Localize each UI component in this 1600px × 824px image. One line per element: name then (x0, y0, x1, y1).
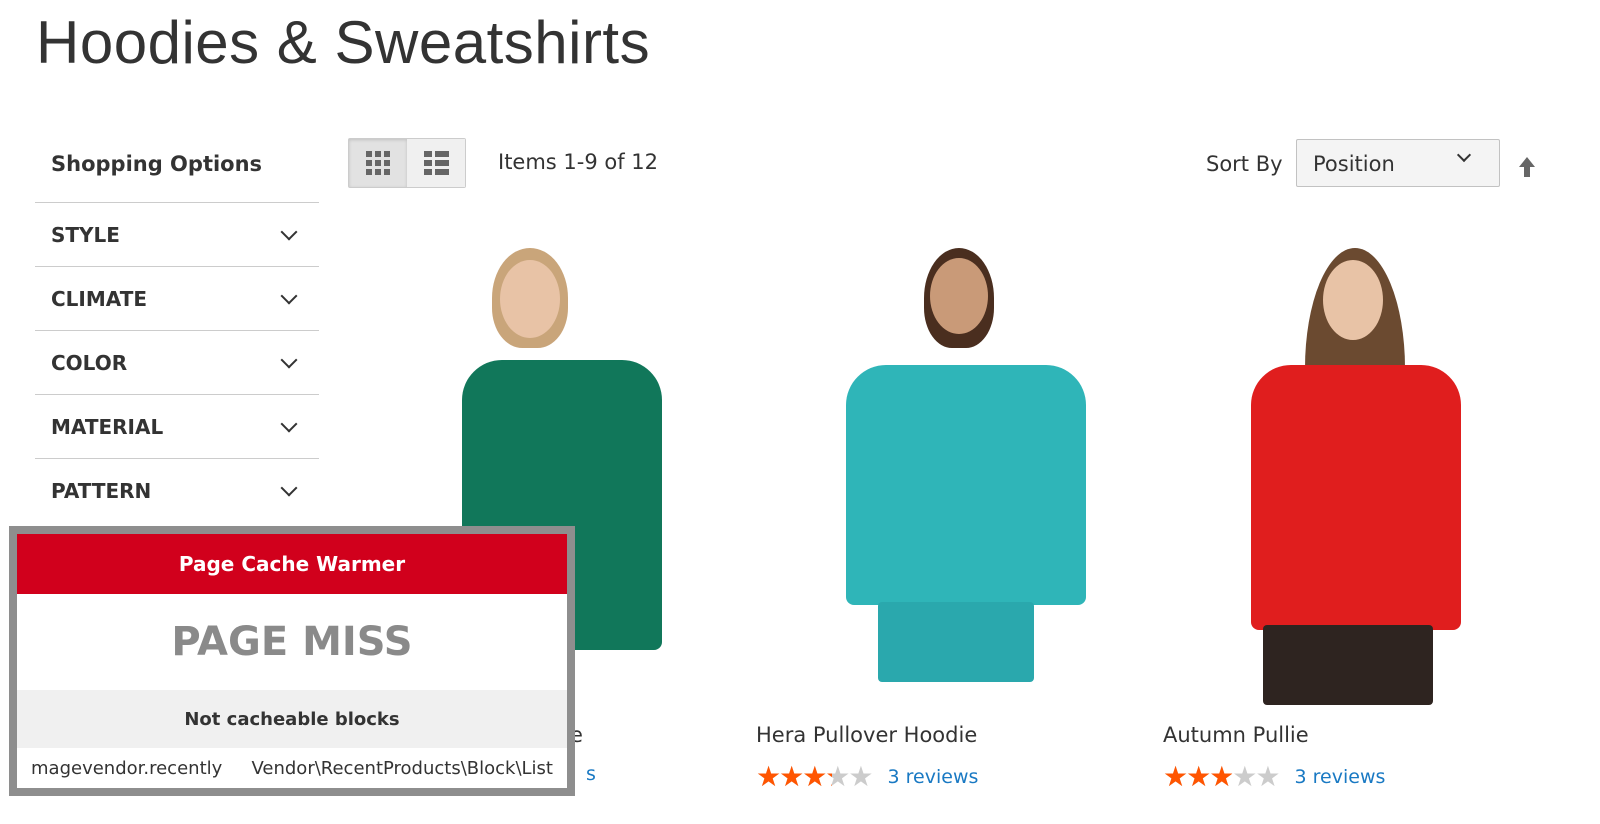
filter-climate[interactable]: CLIMATE (35, 266, 319, 330)
filter-material[interactable]: MATERIAL (35, 394, 319, 458)
block-row: magevendor.recently Vendor\RecentProduct… (17, 748, 567, 779)
block-class: Vendor\RecentProducts\Block\List (251, 758, 553, 779)
chevron-down-icon (280, 351, 298, 368)
product-item: Autumn Pullie ★★★★★★★★★★ 3 reviews (1163, 230, 1523, 791)
shirt (846, 365, 1086, 605)
chevron-down-icon (280, 223, 298, 240)
product-name[interactable]: Autumn Pullie (1163, 723, 1523, 747)
grid-icon (366, 151, 390, 175)
chevron-down-icon (1456, 147, 1472, 163)
reviews-link[interactable]: 3 reviews (888, 766, 979, 788)
product-name[interactable]: Hera Pullover Hoodie (756, 723, 1116, 747)
rating-stars: ★★★★★★★★★★ (756, 760, 874, 793)
page-title: Hoodies & Sweatshirts (36, 9, 651, 76)
sort-value: Position (1313, 152, 1395, 176)
sidebar-filters: Shopping Options STYLE CLIMATE COLOR MAT… (35, 140, 319, 522)
block-name: magevendor.recently (31, 758, 223, 779)
filter-label: PATTERN (51, 478, 152, 503)
product-image[interactable] (756, 230, 1116, 705)
toolbar-amount: Items 1-9 of 12 (498, 150, 659, 174)
chevron-down-icon (280, 287, 298, 304)
filter-style[interactable]: STYLE (35, 202, 319, 266)
filter-label: CLIMATE (51, 286, 147, 311)
filter-label: MATERIAL (51, 414, 164, 439)
chevron-down-icon (280, 415, 298, 432)
sort-by-label: Sort By (1206, 152, 1283, 176)
sort-by-select[interactable]: Position (1296, 139, 1500, 187)
filter-pattern[interactable]: PATTERN (35, 458, 319, 522)
grid-mode-button[interactable] (349, 139, 407, 187)
reviews-link[interactable]: s (586, 763, 596, 785)
filter-color[interactable]: COLOR (35, 330, 319, 394)
sort-direction-arrow-up-icon[interactable] (1518, 155, 1536, 179)
list-icon (423, 151, 449, 175)
shirt (1251, 365, 1461, 630)
popup-header: Page Cache Warmer (17, 534, 567, 594)
chevron-down-icon (280, 479, 298, 496)
product-item: Hera Pullover Hoodie ★★★★★★★★★★ 3 reviews (756, 230, 1116, 791)
section-title: Not cacheable blocks (17, 690, 567, 748)
rating-stars: ★★★★★★★★★★ (1163, 760, 1281, 793)
reviews-link[interactable]: 3 reviews (1295, 766, 1386, 788)
list-mode-button[interactable] (407, 139, 465, 187)
filter-label: STYLE (51, 222, 120, 247)
view-mode-switcher (348, 138, 466, 188)
shopping-options-title: Shopping Options (51, 152, 263, 176)
cache-status: PAGE MISS (171, 619, 413, 665)
product-image[interactable] (1163, 230, 1523, 705)
filter-label: COLOR (51, 350, 128, 375)
product-name[interactable]: e (570, 723, 740, 747)
page-cache-warmer-popup: Page Cache Warmer PAGE MISS Not cacheabl… (9, 526, 575, 796)
